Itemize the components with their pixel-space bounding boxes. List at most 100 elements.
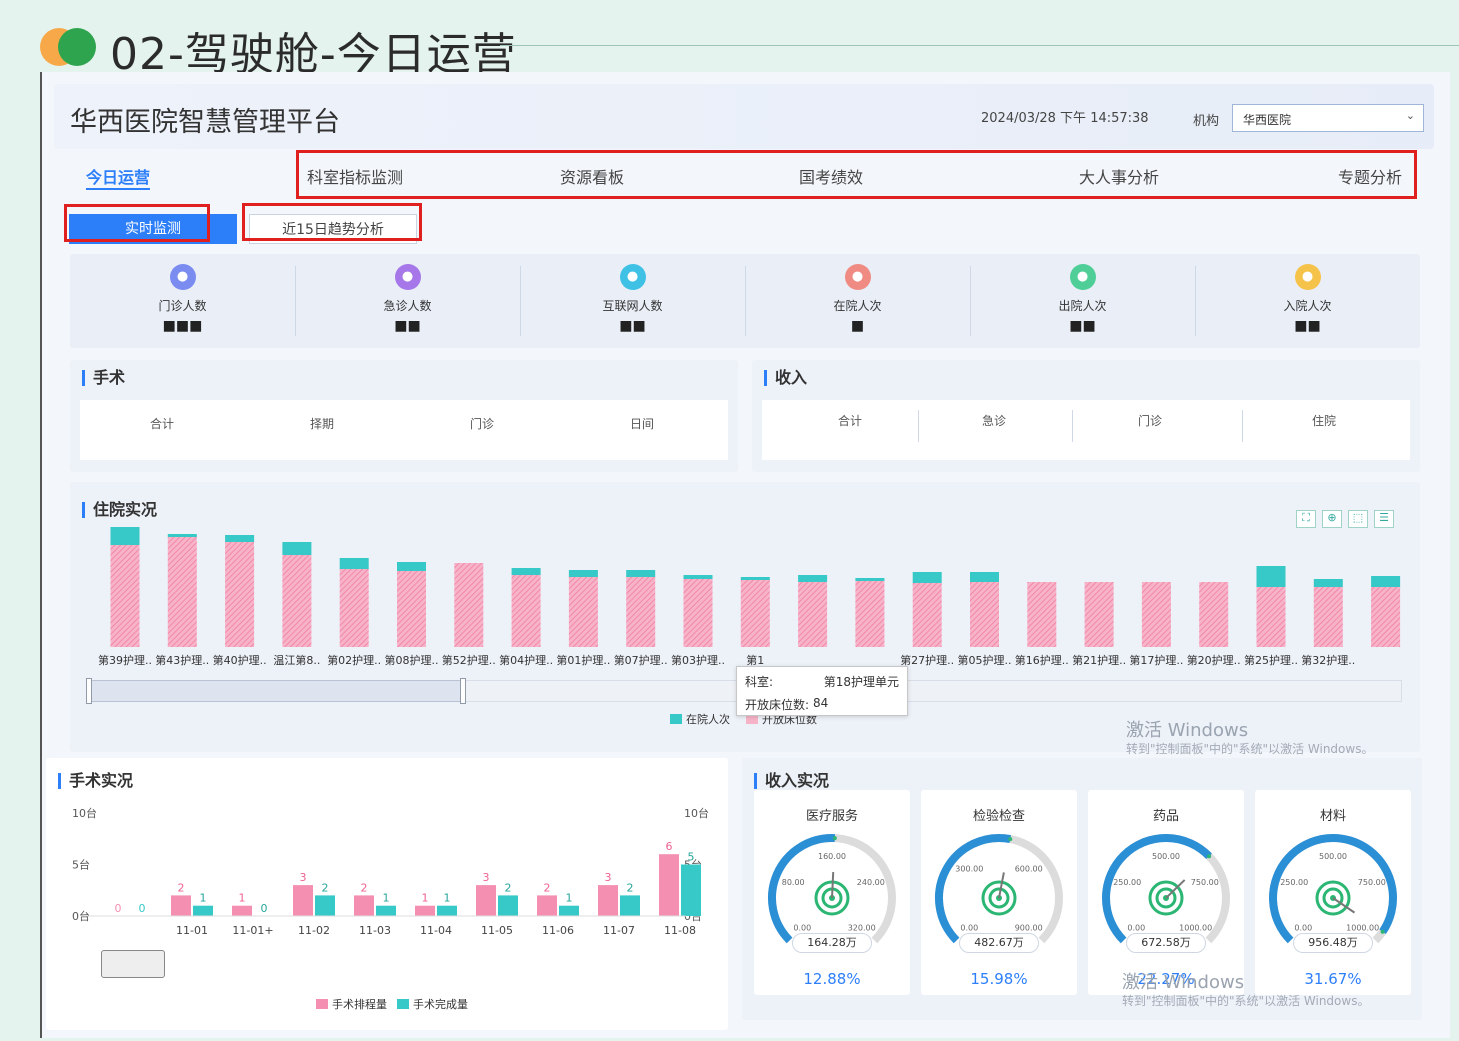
revenue-live-title: 收入实况 — [754, 773, 829, 789]
bar-inpatient — [568, 570, 598, 577]
revenue-live-card: 收入实况 医疗服务 0.00 80.00 160.00 240.00 320.00 164.… — [742, 758, 1422, 1020]
metric-value: ■ — [850, 318, 865, 334]
slider-handle-left[interactable] — [86, 678, 92, 704]
bar-beds — [740, 580, 770, 647]
metric-inpatient[interactable]: ● 在院人次 ■ — [745, 254, 970, 348]
metric-internet[interactable]: ● 互联网人数 ■■ — [520, 254, 745, 348]
surgery-card: 手术 合计 择期 门诊 日间 — [70, 360, 738, 472]
data-label: 3 — [300, 871, 307, 884]
bar-beds — [1141, 582, 1171, 647]
bar-completed — [193, 905, 213, 916]
watermark-title-2: 激活 Windows — [1122, 972, 1245, 993]
bar-inpatient — [397, 562, 426, 571]
org-select-value: 华西医院 — [1243, 113, 1292, 127]
metric-admission[interactable]: ● 入院人次 ■■ — [1195, 254, 1420, 348]
slider-selection[interactable] — [88, 680, 464, 702]
gauge-tick: 240.00 — [857, 878, 885, 887]
bar-inpatient — [798, 575, 828, 582]
metric-discharge[interactable]: ● 出院人次 ■■ — [970, 254, 1195, 348]
app-window: 华西医院智慧管理平台 2024/03/28 下午 14:57:38 机构 华西医… — [40, 72, 1450, 1038]
bar-beds — [1199, 582, 1229, 647]
metric-emergency[interactable]: ● 急诊人数 ■■ — [295, 254, 520, 348]
x-tick-label: 第27护理.. — [900, 653, 954, 667]
gauge-tick: 500.00 — [1152, 852, 1180, 861]
gauge-dial: 0.00 250.00 500.00 750.00 1000.00 — [1102, 834, 1230, 944]
bar-scheduled — [415, 905, 435, 916]
x-tick-label: 第40护理.. — [213, 653, 267, 667]
org-select[interactable]: 华西医院 ⌄ — [1232, 104, 1424, 132]
bar-completed — [559, 905, 579, 916]
x-tick-label: 第25护理.. — [1244, 653, 1298, 667]
gauge-tick: 0.00 — [1127, 924, 1145, 933]
metric-outpatient[interactable]: ● 门诊人数 ■■■ — [70, 254, 295, 348]
data-label: 3 — [605, 871, 612, 884]
legend-surgery[interactable]: 手术排程量 手术完成量 — [316, 996, 468, 1012]
x-tick-label: 第39护理.. — [98, 653, 152, 667]
x-tick-label: 11-02 — [298, 924, 330, 937]
watermark-title: 激活 Windows — [1126, 720, 1249, 741]
x-tick-label: 第03护理.. — [671, 653, 725, 667]
surgery-range-slider[interactable] — [101, 950, 165, 978]
x-tick-label: 11-08 — [664, 924, 696, 937]
data-label: 1 — [566, 892, 573, 905]
metric-label: 门诊人数 — [158, 299, 207, 313]
metric-label: 在院人次 — [833, 299, 882, 313]
highlight-box-trend — [242, 203, 422, 241]
metric-value: ■■ — [394, 318, 421, 334]
x-tick-label: 第08护理.. — [385, 653, 439, 667]
gauge-percent: 12.88% — [803, 970, 861, 988]
bar-beds — [1256, 587, 1286, 647]
x-tick-label: 第32护理.. — [1301, 653, 1355, 667]
slider-handle-right[interactable] — [460, 678, 466, 704]
bar-inpatient — [912, 572, 942, 583]
y-tick-label: 10台 — [72, 806, 97, 820]
data-label: 1 — [200, 892, 207, 905]
gauge-tick: 80.00 — [782, 878, 805, 887]
bar-scheduled — [659, 854, 679, 916]
gauge-tick: 750.00 — [1358, 878, 1386, 887]
bar-scheduled — [537, 895, 557, 916]
bar-inpatient — [1371, 576, 1401, 587]
bar-beds — [167, 537, 197, 647]
data-label: 1 — [444, 892, 451, 905]
metric-value: ■■ — [1294, 318, 1321, 334]
divider — [1242, 410, 1243, 442]
gauge-card[interactable]: 药品 0.00 250.00 500.00 750.00 1000.00 672.58万 22… — [1088, 790, 1244, 995]
x-tick-label: 第05护理.. — [958, 653, 1012, 667]
gauge-fill-tip — [1207, 854, 1212, 859]
chevron-down-icon: ⌄ — [1405, 109, 1415, 122]
x-tick-label: 第16护理.. — [1015, 653, 1069, 667]
bar-completed — [315, 895, 335, 916]
data-label: 5 — [688, 851, 695, 864]
gauge-card[interactable]: 医疗服务 0.00 80.00 160.00 240.00 320.00 164.28万 12… — [754, 790, 910, 995]
metric-value: ■■ — [1069, 318, 1096, 334]
highlight-box-nav — [296, 150, 1417, 199]
data-label: 0 — [139, 902, 146, 915]
chart-tooltip: 科室: 第18护理单元 开放床位数: 84 — [736, 666, 908, 716]
gauge-amount: 164.28万 — [792, 933, 872, 953]
gauge-tick: 0.00 — [1294, 924, 1312, 933]
x-tick-label: 11-05 — [481, 924, 513, 937]
datetime: 2024/03/28 下午 14:57:38 — [981, 111, 1149, 126]
x-tick-label: 11-04 — [420, 924, 452, 937]
gauge-card[interactable]: 材料 0.00 250.00 500.00 750.00 1000.00 956.48万 31… — [1255, 790, 1411, 995]
legend-swatch — [670, 714, 682, 724]
income-outpatient: 门诊 — [1137, 414, 1162, 428]
data-label: 6 — [666, 840, 673, 853]
gauge-card[interactable]: 检验检查 0.00 300.00 600.00 900.00 482.67万 15.98% — [921, 790, 1077, 995]
gauge-percent: 31.67% — [1304, 970, 1362, 988]
people-icon: ● — [169, 264, 196, 290]
title-divider — [500, 45, 1459, 46]
divider — [1072, 410, 1073, 442]
gauge-tick: 300.00 — [955, 864, 983, 873]
surgery-outpatient: 门诊 — [469, 417, 494, 431]
bar-beds — [339, 569, 369, 647]
x-tick-label: 第01护理.. — [556, 653, 610, 667]
data-label: 2 — [178, 881, 185, 894]
bar-inpatient — [339, 558, 369, 569]
data-label: 2 — [544, 881, 551, 894]
surgery-total: 合计 — [149, 417, 174, 431]
tab-today-ops[interactable]: 今日运营 — [86, 164, 150, 188]
bar-completed — [498, 895, 518, 916]
gauge-amount: 482.67万 — [959, 933, 1039, 953]
